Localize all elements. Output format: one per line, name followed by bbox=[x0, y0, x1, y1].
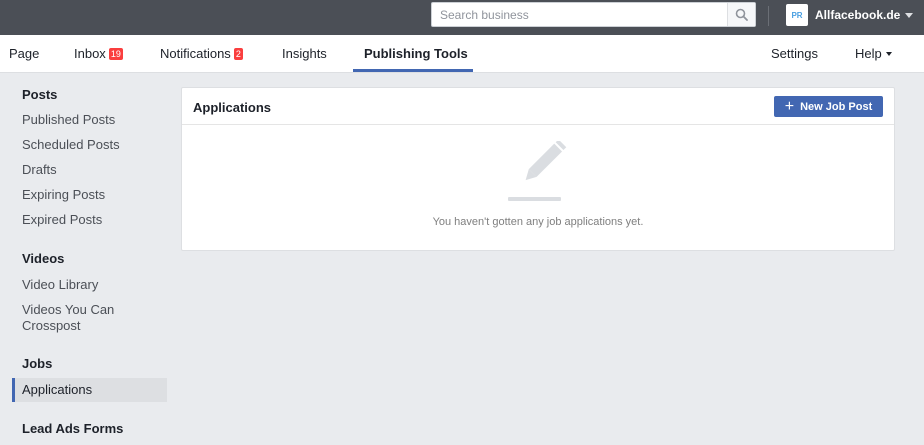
notifications-count-badge: 2 bbox=[233, 47, 243, 60]
tab-label: Insights bbox=[282, 46, 327, 61]
tab-label: Inbox bbox=[74, 46, 106, 61]
tab-notifications[interactable]: Notifications 2 bbox=[160, 35, 243, 72]
inbox-count-badge: 19 bbox=[108, 47, 123, 60]
tab-label: Page bbox=[9, 46, 40, 61]
sidebar-item-expiring-posts[interactable]: Expiring Posts bbox=[12, 187, 167, 203]
tab-inbox[interactable]: Inbox 19 bbox=[74, 35, 123, 72]
sidebar-heading-videos: Videos bbox=[22, 251, 65, 266]
active-tab-indicator bbox=[353, 69, 473, 72]
sidebar-heading-jobs: Jobs bbox=[22, 356, 53, 371]
tab-insights[interactable]: Insights bbox=[282, 35, 327, 72]
page-title: Applications bbox=[193, 100, 272, 115]
tab-help[interactable]: Help bbox=[855, 35, 892, 72]
search-input[interactable] bbox=[432, 3, 728, 26]
avatar: PR bbox=[786, 4, 808, 26]
sidebar-heading-posts: Posts bbox=[22, 87, 58, 102]
sidebar-item-published-posts[interactable]: Published Posts bbox=[12, 112, 167, 128]
tab-publishing-tools[interactable]: Publishing Tools bbox=[364, 35, 468, 72]
chevron-down-icon bbox=[885, 51, 892, 56]
chevron-down-icon bbox=[905, 12, 914, 18]
pencil-icon bbox=[508, 141, 567, 201]
account-menu[interactable]: PR Allfacebook.de bbox=[786, 4, 914, 26]
sidebar-item-videos-crosspost[interactable]: Videos You Can Crosspost bbox=[12, 302, 122, 334]
tab-label: Help bbox=[855, 46, 882, 61]
search-box bbox=[431, 2, 756, 27]
page-nav: Page Inbox 19 Notifications 2 Insights P… bbox=[0, 35, 924, 73]
plus-icon: + bbox=[784, 97, 795, 115]
sidebar-item-label: Applications bbox=[22, 382, 93, 397]
sidebar-item-video-library[interactable]: Video Library bbox=[12, 277, 167, 293]
sidebar-item-expired-posts[interactable]: Expired Posts bbox=[12, 212, 167, 228]
tab-page[interactable]: Page bbox=[9, 35, 39, 72]
account-name: Allfacebook.de bbox=[815, 8, 901, 22]
sidebar-heading-lead-ads: Lead Ads Forms bbox=[22, 421, 124, 436]
topbar-divider bbox=[768, 6, 769, 26]
empty-state-message: You haven't gotten any job applications … bbox=[432, 216, 644, 228]
search-button[interactable] bbox=[727, 3, 755, 26]
tab-label: Publishing Tools bbox=[364, 46, 468, 61]
new-job-post-button[interactable]: + New Job Post bbox=[774, 96, 883, 117]
tab-settings[interactable]: Settings bbox=[771, 35, 818, 72]
sidebar-item-drafts[interactable]: Drafts bbox=[12, 162, 167, 178]
card-header: Applications + New Job Post bbox=[182, 88, 894, 125]
tab-label: Settings bbox=[771, 46, 818, 61]
tab-label: Notifications bbox=[160, 46, 231, 61]
search-icon bbox=[735, 8, 748, 21]
applications-card: Applications + New Job Post You haven't … bbox=[181, 87, 895, 251]
button-label: New Job Post bbox=[800, 100, 873, 113]
top-bar: PR Allfacebook.de bbox=[0, 0, 924, 35]
sidebar-item-applications[interactable]: Applications bbox=[12, 378, 167, 402]
sidebar-item-scheduled-posts[interactable]: Scheduled Posts bbox=[12, 137, 167, 153]
